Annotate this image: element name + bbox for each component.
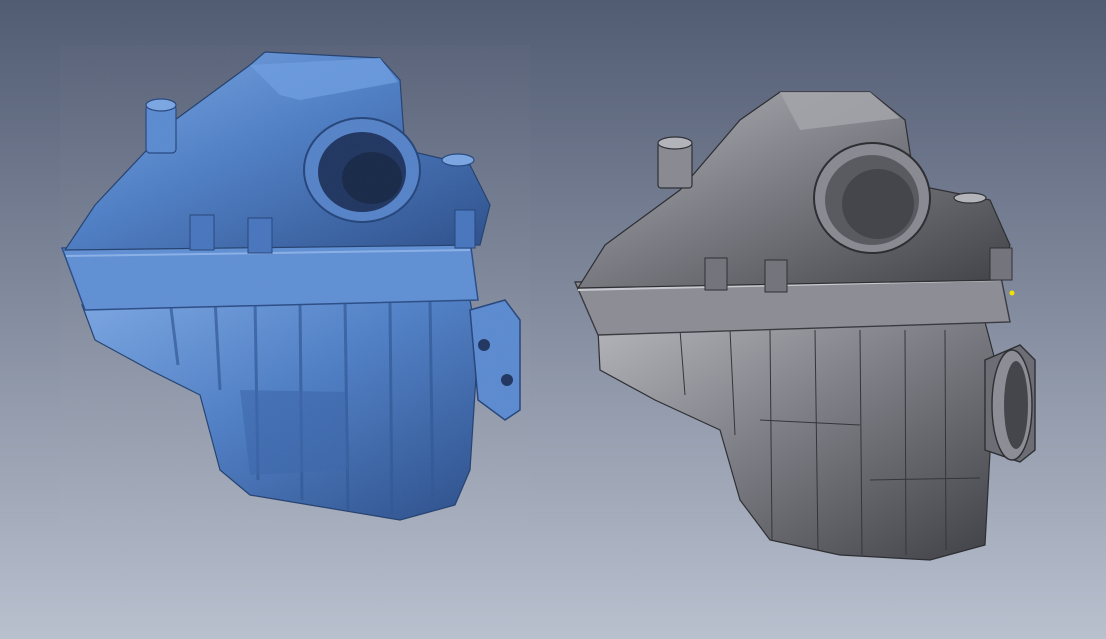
scan-texture — [60, 45, 530, 525]
cad-intake-tube — [813, 142, 931, 254]
selection-marker[interactable] — [1009, 290, 1015, 296]
3d-viewport[interactable] — [0, 0, 1106, 639]
cad-side-duct — [984, 344, 1036, 463]
scanned-mesh-model[interactable] — [60, 45, 530, 525]
viewport-canvas[interactable] — [0, 0, 1106, 639]
